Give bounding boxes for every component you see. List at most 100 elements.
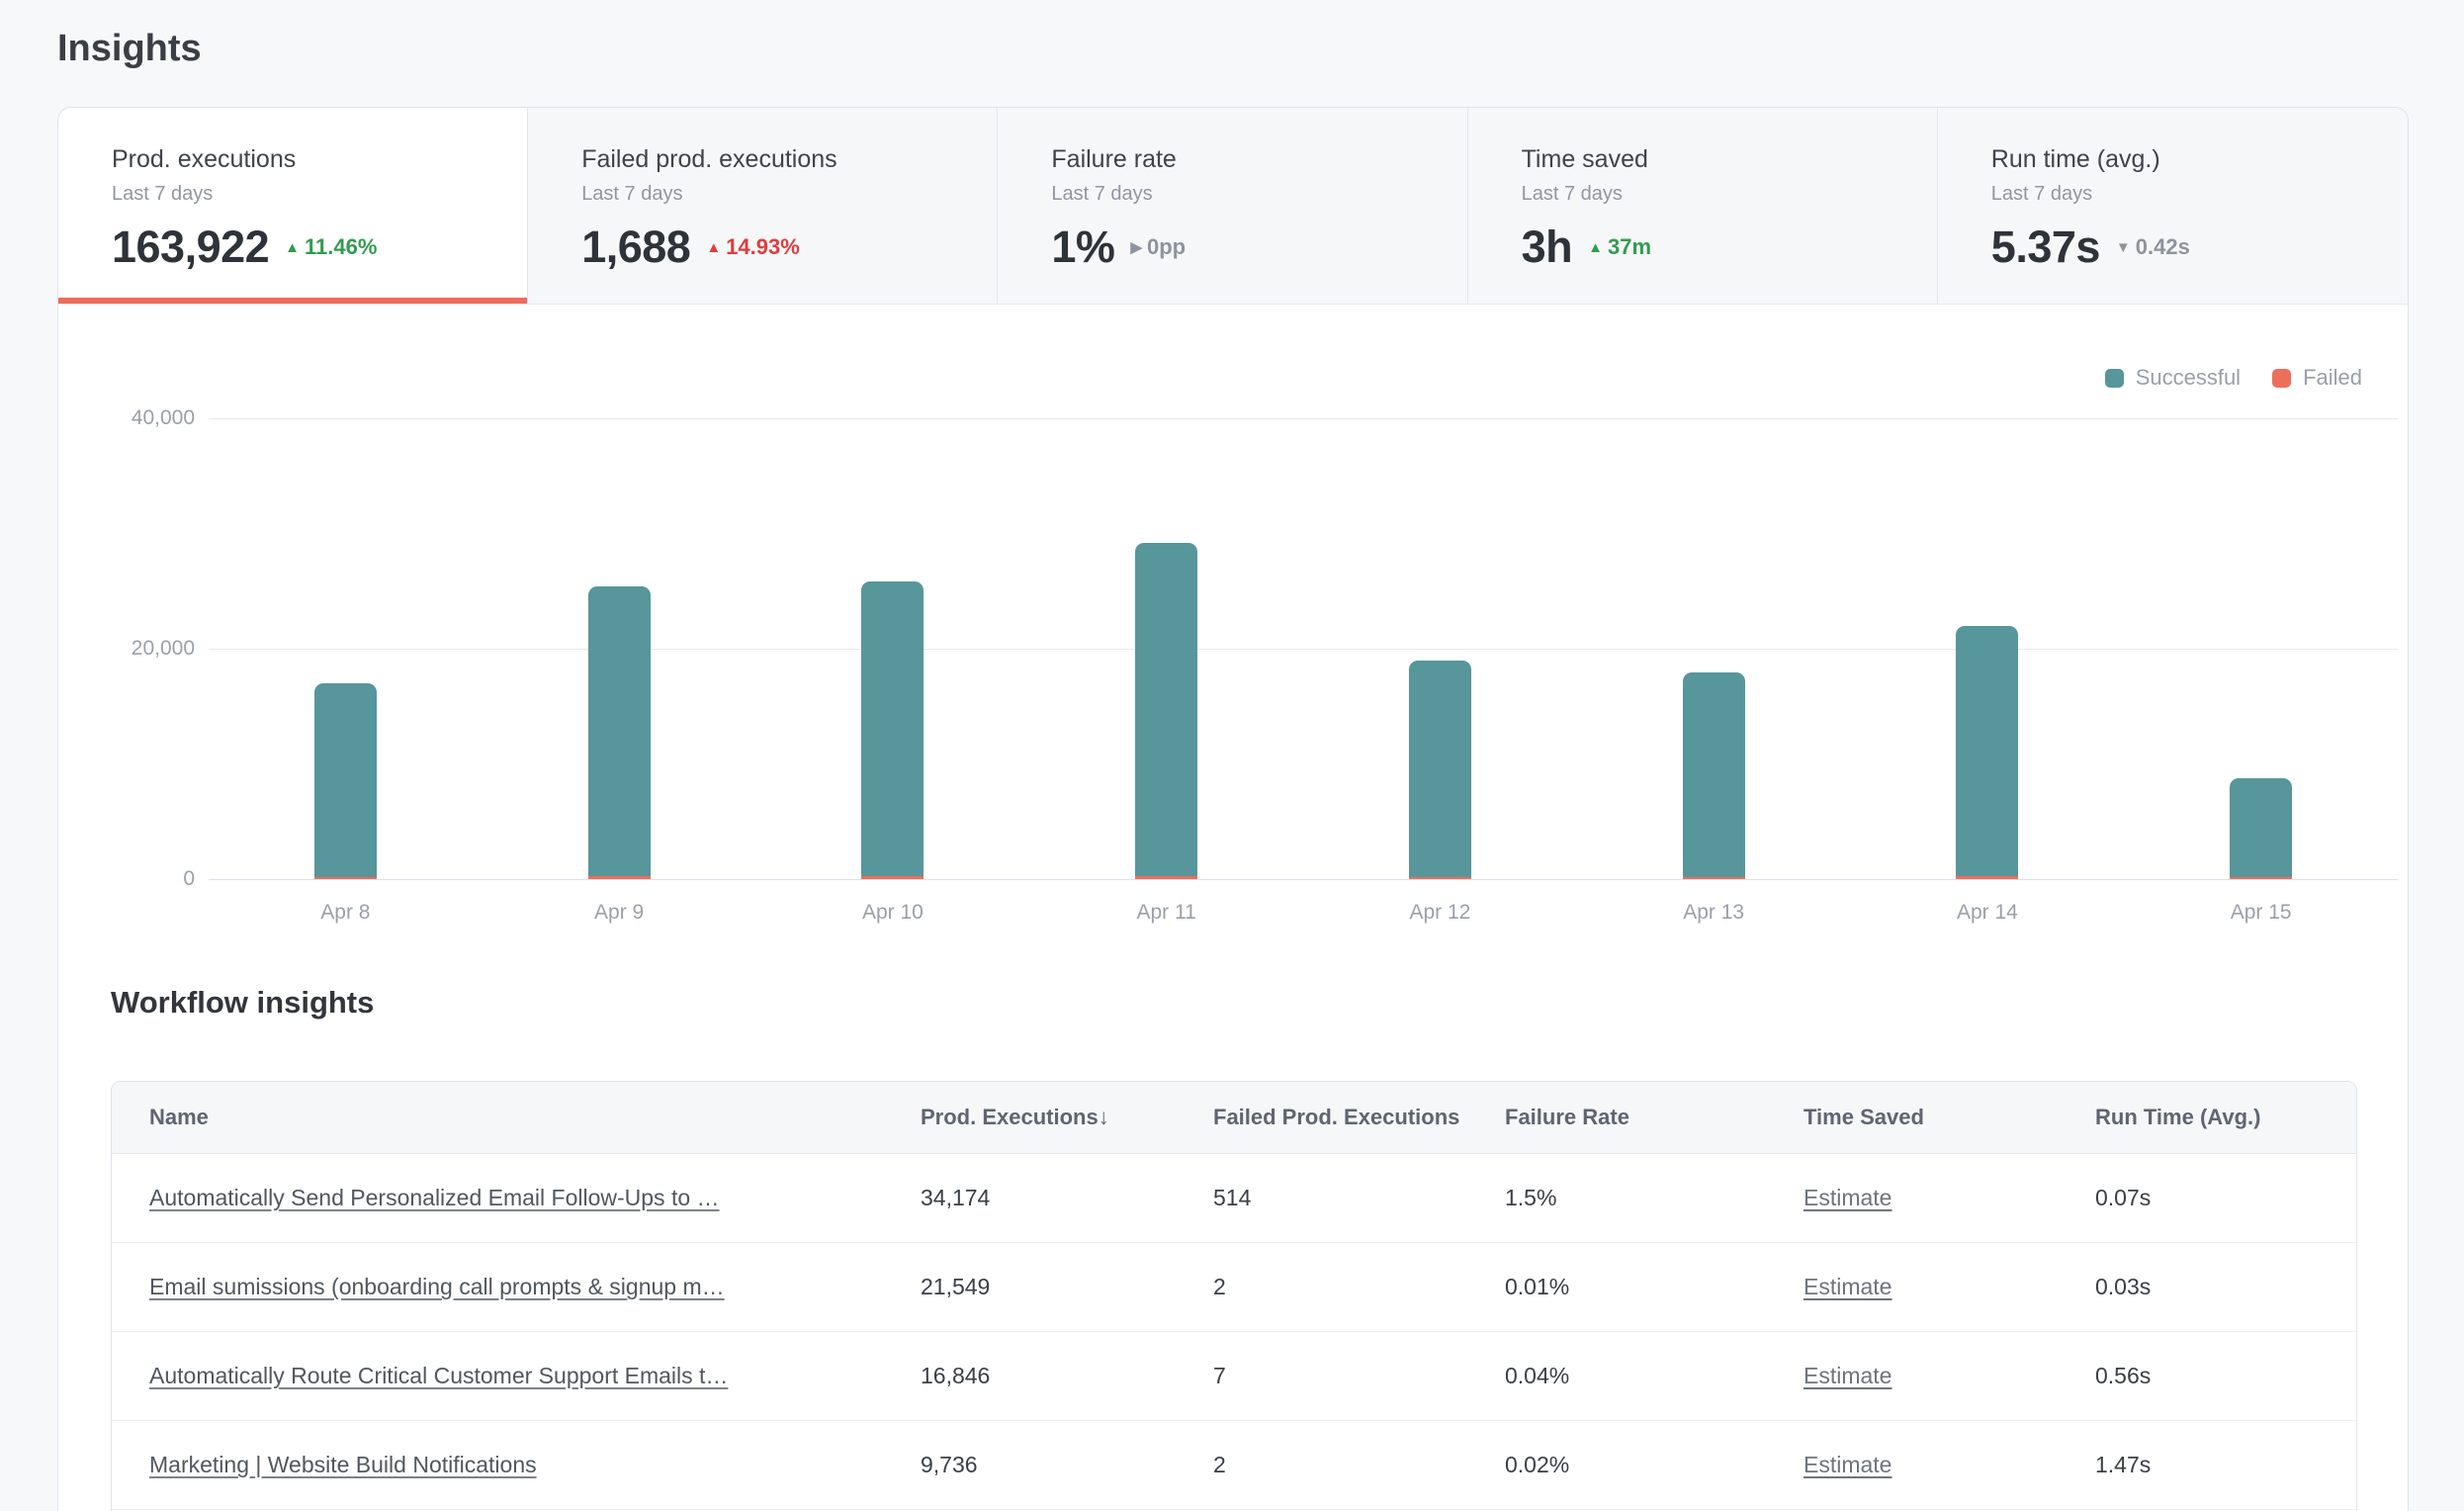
cell-failure-rate: 1.5% [1467,1185,1766,1211]
metric-delta: ▼ 0.42s [2116,234,2190,260]
bar-segment-successful [861,581,924,875]
column-header-failure-rate[interactable]: Failure Rate [1467,1105,1766,1130]
metric-delta-value: 0.42s [2136,234,2190,260]
cell-run-time: 0.07s [2058,1185,2356,1211]
bar-segment-successful [1409,661,1471,877]
metric-delta: ▲37m [1588,234,1651,260]
metric-tabs: Prod. executionsLast 7 days163,922▲11.46… [58,108,2408,305]
bar-apr-12[interactable] [1409,661,1471,879]
bar-segment-successful [1683,672,1745,876]
x-axis-tick-label: Apr 14 [1851,901,2125,925]
x-axis-tick-label: Apr 15 [2124,901,2398,925]
executions-chart: SuccessfulFailed 020,00040,000 Apr 8Apr … [58,304,2408,978]
table-header-row: NameProd. Executions↓Failed Prod. Execut… [112,1082,2356,1154]
workflow-name-link[interactable]: Email sumissions (onboarding call prompt… [149,1274,725,1299]
estimate-link[interactable]: Estimate [1804,1274,1892,1299]
estimate-link[interactable]: Estimate [1804,1452,1892,1477]
bar-segment-failed [861,876,924,879]
bar-apr-11[interactable] [1135,543,1197,879]
cell-prod-executions: 9,736 [883,1452,1176,1478]
metric-tab-run-time-avg[interactable]: Run time (avg.)Last 7 days5.37s▼0.42s [1938,108,2408,304]
column-header-label: Failed Prod. Executions [1213,1105,1459,1129]
metric-delta-value: 0pp [1147,234,1186,260]
metric-value: 1% [1051,222,1114,273]
legend-label: Successful [2136,365,2241,391]
metric-label: Failure rate [1051,145,1466,174]
metric-label: Failed prod. executions [581,145,997,174]
insights-page: Insights Prod. executionsLast 7 days163,… [0,0,2464,1511]
column-header-run-time-avg[interactable]: Run Time (Avg.) [2058,1105,2356,1130]
metric-value-row: 163,922▲11.46% [112,222,527,273]
estimate-link[interactable]: Estimate [1804,1363,1892,1388]
estimate-link[interactable]: Estimate [1804,1185,1892,1210]
prod-executions-value: 21,549 [921,1274,990,1299]
bar-slot-apr-8 [209,418,483,879]
table-row: Automatically Send Personalized Email Fo… [112,1154,2356,1243]
bar-apr-14[interactable] [1956,626,2018,879]
y-axis-tick-label: 40,000 [66,406,195,430]
table-row: Marketing | Website Build Notifications 9… [112,1421,2356,1510]
prod-executions-value: 34,174 [921,1185,990,1210]
workflow-insights-table: NameProd. Executions↓Failed Prod. Execut… [111,1081,2357,1511]
sort-descending-icon: ↓ [1099,1105,1109,1129]
bar-apr-10[interactable] [861,581,924,879]
run-time-value: 1.47s [2095,1452,2151,1477]
cell-time-saved: Estimate [1766,1363,2058,1389]
metric-delta-value: 37m [1608,234,1651,260]
cell-time-saved: Estimate [1766,1185,2058,1211]
bar-apr-8[interactable] [314,683,377,879]
chart-x-axis: Apr 8Apr 9Apr 10Apr 11Apr 12Apr 13Apr 14… [209,901,2398,925]
column-header-name[interactable]: Name [112,1105,883,1130]
cell-failure-rate: 0.04% [1467,1363,1766,1389]
metric-tab-failure-rate[interactable]: Failure rateLast 7 days1%▶0pp [998,108,1467,304]
column-header-time-saved[interactable]: Time Saved [1766,1105,2058,1130]
metric-period: Last 7 days [1522,183,1937,206]
prod-executions-value: 16,846 [921,1363,990,1388]
prod-executions-value: 9,736 [921,1452,978,1477]
bar-segment-successful [1956,626,2018,876]
section-title: Workflow insights [111,985,374,1021]
gridline-0 [209,879,2398,880]
workflow-name-link[interactable]: Automatically Route Critical Customer Su… [149,1363,728,1388]
bar-segment-failed [1409,877,1471,879]
bar-apr-13[interactable] [1683,672,1745,879]
cell-prod-executions: 34,174 [883,1185,1176,1211]
column-header-label: Prod. Executions [921,1105,1099,1129]
legend-item-successful[interactable]: Successful [2105,365,2241,391]
column-header-failed-prod-executions[interactable]: Failed Prod. Executions [1176,1105,1467,1130]
cell-name: Automatically Send Personalized Email Fo… [112,1185,883,1211]
bar-apr-9[interactable] [588,586,651,879]
failure-rate-value: 0.04% [1505,1363,1569,1388]
metric-value-row: 5.37s▼0.42s [1991,222,2408,273]
table-row: Email sumissions (onboarding call prompt… [112,1243,2356,1332]
column-header-prod-executions[interactable]: Prod. Executions↓ [883,1105,1176,1130]
page-title: Insights [57,28,202,70]
triangle-flat-icon: ▶ [1130,240,1142,255]
cell-time-saved: Estimate [1766,1274,2058,1300]
x-axis-tick-label: Apr 10 [756,901,1030,925]
run-time-value: 0.03s [2095,1274,2151,1299]
legend-item-failed[interactable]: Failed [2272,365,2362,391]
triangle-down-icon: ▼ [2116,240,2131,255]
y-axis-tick-label: 20,000 [66,637,195,661]
cell-name: Marketing | Website Build Notifications [112,1452,883,1478]
legend-label: Failed [2303,365,2362,391]
chart-bars [209,418,2398,879]
metric-tab-prod-executions[interactable]: Prod. executionsLast 7 days163,922▲11.46… [58,108,528,304]
workflow-name-link[interactable]: Marketing | Website Build Notifications [149,1452,537,1477]
run-time-value: 0.07s [2095,1185,2151,1210]
metric-value: 3h [1522,222,1573,273]
metric-tab-time-saved[interactable]: Time savedLast 7 days3h▲37m [1468,108,1938,304]
bar-apr-15[interactable] [2230,778,2292,879]
cell-failed-prod-executions: 514 [1176,1185,1467,1211]
bar-slot-apr-14 [1851,418,2125,879]
cell-run-time: 0.56s [2058,1363,2356,1389]
table-row: Automatically Route Critical Customer Su… [112,1332,2356,1421]
workflow-name-link[interactable]: Automatically Send Personalized Email Fo… [149,1185,720,1210]
metric-delta-value: 14.93% [726,234,800,260]
bar-slot-apr-9 [483,418,756,879]
metric-value: 1,688 [581,222,690,273]
metric-tab-failed-prod-executions[interactable]: Failed prod. executionsLast 7 days1,688▲… [528,108,998,304]
bar-slot-apr-10 [756,418,1030,879]
column-header-label: Run Time (Avg.) [2095,1105,2260,1129]
